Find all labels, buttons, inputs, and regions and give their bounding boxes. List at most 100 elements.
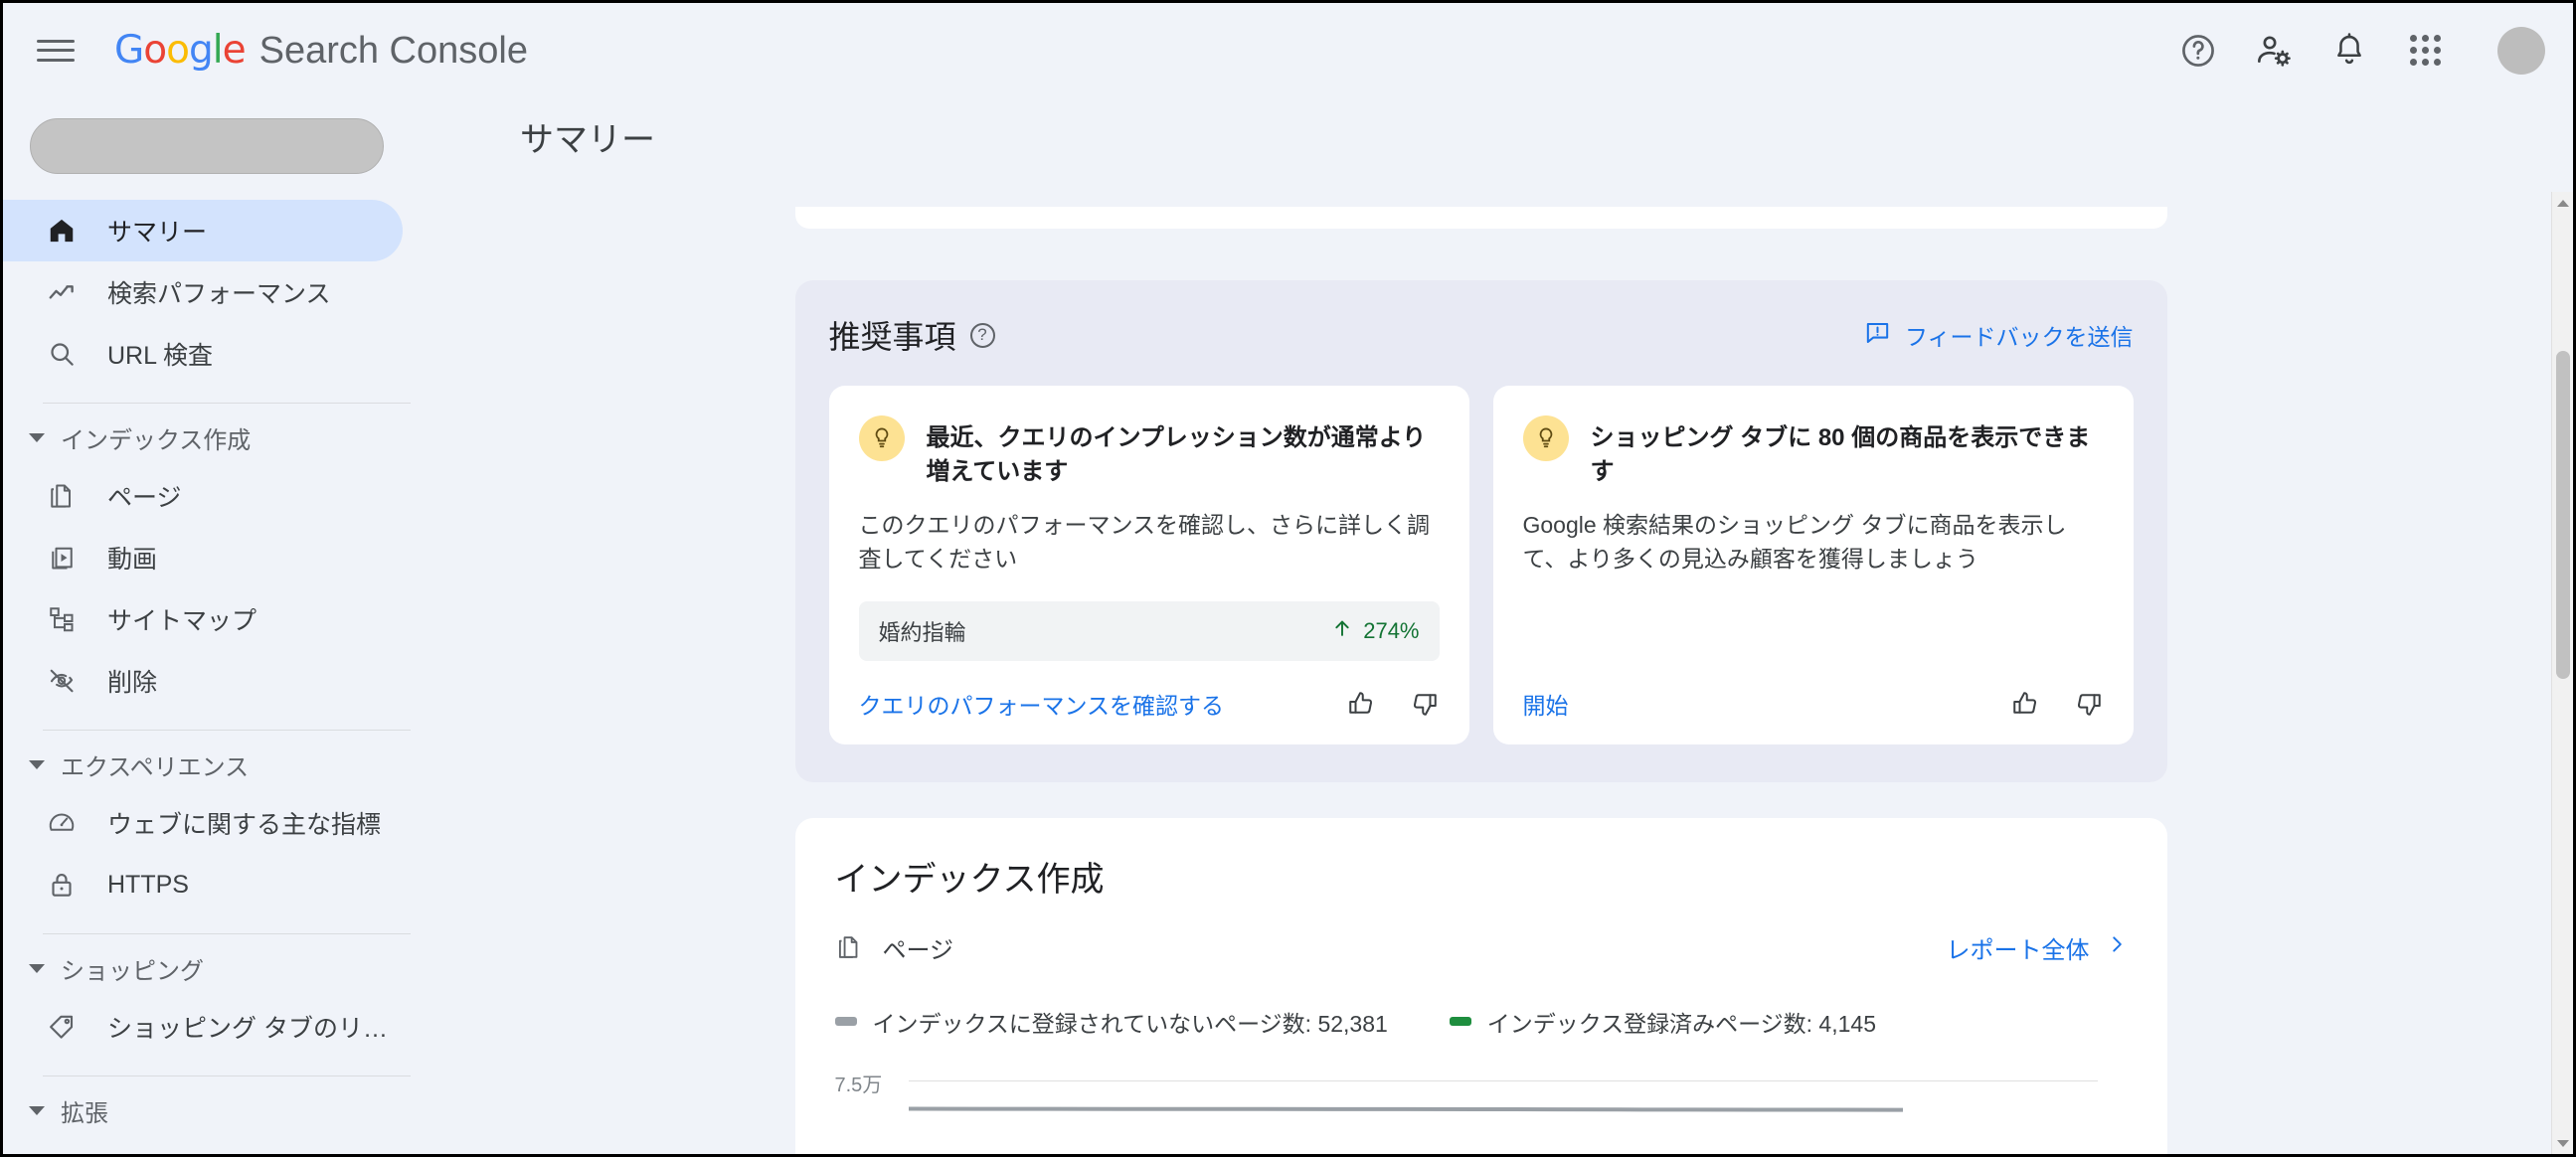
full-report-link[interactable]: レポート全体	[1947, 930, 2128, 965]
chevron-down-icon	[29, 432, 45, 442]
query-label: 婚約指輪	[878, 619, 966, 645]
chevron-right-icon	[2106, 933, 2128, 962]
sidebar-item-url-inspection[interactable]: URL 検査	[3, 323, 403, 385]
sidebar-item-shopping-tab-listings[interactable]: ショッピング タブのリス…	[3, 996, 403, 1058]
sidebar-item-videos[interactable]: 動画	[3, 527, 403, 588]
recommendation-card-footer: クエリのパフォーマンスを確認する	[859, 687, 1440, 721]
chevron-down-icon	[29, 963, 45, 973]
legend-label: インデックス登録済みページ数: 4,145	[1486, 1010, 1876, 1037]
page-title: サマリー	[520, 121, 655, 159]
sidebar-item-label: 検索パフォーマンス	[107, 280, 331, 308]
primary-nav-list: サマリー 検索パフォーマンス URL 検査 インデックス作成 ページ 動画 サイ…	[3, 200, 411, 1138]
sidebar-item-removals[interactable]: 削除	[3, 650, 403, 712]
recommendation-card-header: 最近、クエリのインプレッション数が通常より増えています	[858, 415, 1440, 489]
legend-item-not-indexed[interactable]: インデックスに登録されていないページ数: 52,381	[834, 1005, 1388, 1039]
sidebar-item-label: 動画	[107, 546, 158, 574]
nav-group-label: エクスペリエンス	[61, 753, 250, 781]
account-settings-icon[interactable]	[2251, 28, 2297, 74]
video-icon	[43, 543, 81, 573]
feedback-thumbs	[2010, 689, 2104, 719]
chevron-down-icon	[29, 759, 45, 769]
scrollbar-thumb[interactable]	[2556, 351, 2570, 679]
google-apps-grid-icon[interactable]	[2402, 28, 2448, 74]
pages-icon	[43, 481, 81, 511]
legend-label: インデックスに登録されていないページ数: 52,381	[872, 1010, 1388, 1037]
check-query-performance-button[interactable]: クエリのパフォーマンスを確認する	[859, 687, 1225, 721]
nav-group-experience[interactable]: エクスペリエンス	[3, 737, 411, 792]
indexing-chart[interactable]: 7.5万	[835, 1069, 2128, 1154]
sidebar-item-pages[interactable]: ページ	[3, 465, 403, 527]
nav-divider	[43, 1075, 411, 1076]
thumbs-up-icon[interactable]	[1346, 689, 1376, 719]
nav-group-enhancements[interactable]: 拡張	[3, 1082, 411, 1138]
sidebar-item-label: ページ	[107, 484, 182, 512]
nav-group-label: ショッピング	[61, 957, 204, 985]
recommendation-card[interactable]: ショッピング タブに 80 個の商品を表示できます Google 検索結果のショ…	[1492, 386, 2134, 744]
sidebar-item-sitemaps[interactable]: サイトマップ	[3, 588, 403, 650]
sidebar-item-search-performance[interactable]: 検索パフォーマンス	[3, 261, 403, 323]
chevron-down-icon	[29, 1105, 45, 1115]
send-feedback-label: フィードバックを送信	[1904, 324, 2134, 350]
sidebar-item-https[interactable]: HTTPS	[3, 854, 403, 915]
notifications-bell-icon[interactable]	[2326, 28, 2372, 74]
sidebar-item-core-web-vitals[interactable]: ウェブに関する主な指標	[3, 792, 403, 854]
legend-swatch	[834, 1017, 857, 1027]
feedback-icon	[1864, 319, 1891, 352]
recommendations-header: 推奨事項 ? フィードバックを送信	[829, 312, 2134, 358]
nav-group-label: 拡張	[61, 1099, 108, 1127]
avatar[interactable]	[2497, 26, 2545, 75]
recommendation-card[interactable]: 最近、クエリのインプレッション数が通常より増えています このクエリのパフォーマン…	[828, 386, 1469, 744]
sidebar-item-label: ウェブに関する主な指標	[107, 811, 382, 839]
indexing-panel: インデックス作成 ページ レポート全体 インデックスに登録されていないページ数:…	[794, 817, 2167, 1154]
speedometer-icon	[43, 808, 81, 838]
scroll-down-arrow[interactable]	[2552, 1132, 2573, 1154]
arrow-up-icon	[1331, 617, 1353, 645]
brand-logo[interactable]: Google Search Console	[114, 28, 528, 73]
pages-icon	[835, 933, 863, 961]
indexing-subsection-header: ページ レポート全体	[835, 930, 2128, 965]
thumbs-up-icon[interactable]	[2010, 689, 2040, 719]
sidebar: サマリー 検索パフォーマンス URL 検査 インデックス作成 ページ 動画 サイ…	[3, 97, 411, 1154]
property-selector[interactable]	[30, 118, 384, 174]
recommendation-card-body: このクエリのパフォーマンスを確認し、さらに詳しく調査してください	[858, 512, 1431, 572]
chart-y-tick-label: 7.5万	[834, 1074, 883, 1096]
vertical-scrollbar[interactable]	[2551, 192, 2573, 1154]
start-button[interactable]: 開始	[1523, 687, 1569, 721]
recommendations-title: 推奨事項	[828, 319, 956, 355]
sidebar-item-label: サマリー	[107, 219, 208, 247]
sidebar-item-label: URL 検査	[107, 342, 214, 370]
recommendation-card-body: Google 検索結果のショッピング タブに商品を表示して、より多くの見込み顧客…	[1522, 512, 2067, 572]
indexing-subsection-label: ページ	[882, 936, 954, 964]
help-icon[interactable]: ?	[969, 322, 995, 348]
home-icon	[43, 216, 81, 246]
chart-legend: インデックスに登録されていないページ数: 52,381 インデックス登録済みペー…	[834, 1005, 2128, 1039]
feedback-thumbs	[1346, 689, 1440, 719]
thumbs-down-icon[interactable]	[1410, 689, 1440, 719]
main-content: サマリー 推奨事項 ? フィードバックを送信 最近、クエリのインプレッション数が…	[411, 97, 2573, 1154]
help-icon[interactable]	[2175, 28, 2221, 74]
query-delta: 274%	[1331, 617, 1420, 645]
query-row[interactable]: 婚約指輪 274%	[858, 600, 1440, 661]
nav-divider	[43, 403, 411, 404]
recommendations-panel: 推奨事項 ? フィードバックを送信 最近、クエリのインプレッション数が通常より増…	[794, 280, 2167, 782]
nav-group-indexing[interactable]: インデックス作成	[3, 410, 411, 465]
sidebar-item-summary[interactable]: サマリー	[3, 200, 403, 261]
hidden-eye-icon	[43, 666, 81, 696]
lock-icon	[43, 870, 81, 900]
lightbulb-icon	[858, 415, 905, 461]
query-delta-value: 274%	[1363, 617, 1420, 643]
legend-item-indexed[interactable]: インデックス登録済みページ数: 4,145	[1449, 1005, 1876, 1039]
trending-up-icon	[43, 277, 81, 307]
sitemap-icon	[43, 604, 81, 634]
scroll-up-arrow[interactable]	[2552, 192, 2573, 214]
lightbulb-icon	[1522, 415, 1569, 461]
thumbs-down-icon[interactable]	[2074, 689, 2104, 719]
hamburger-menu-icon[interactable]	[37, 36, 75, 66]
sidebar-item-label: HTTPS	[107, 870, 189, 899]
tag-icon	[43, 1012, 81, 1042]
chart-plot	[909, 1069, 1903, 1154]
send-feedback-button[interactable]: フィードバックを送信	[1864, 318, 2134, 352]
search-icon	[43, 339, 81, 369]
previous-card-bottom-edge	[794, 207, 2167, 229]
nav-group-shopping[interactable]: ショッピング	[3, 940, 411, 996]
